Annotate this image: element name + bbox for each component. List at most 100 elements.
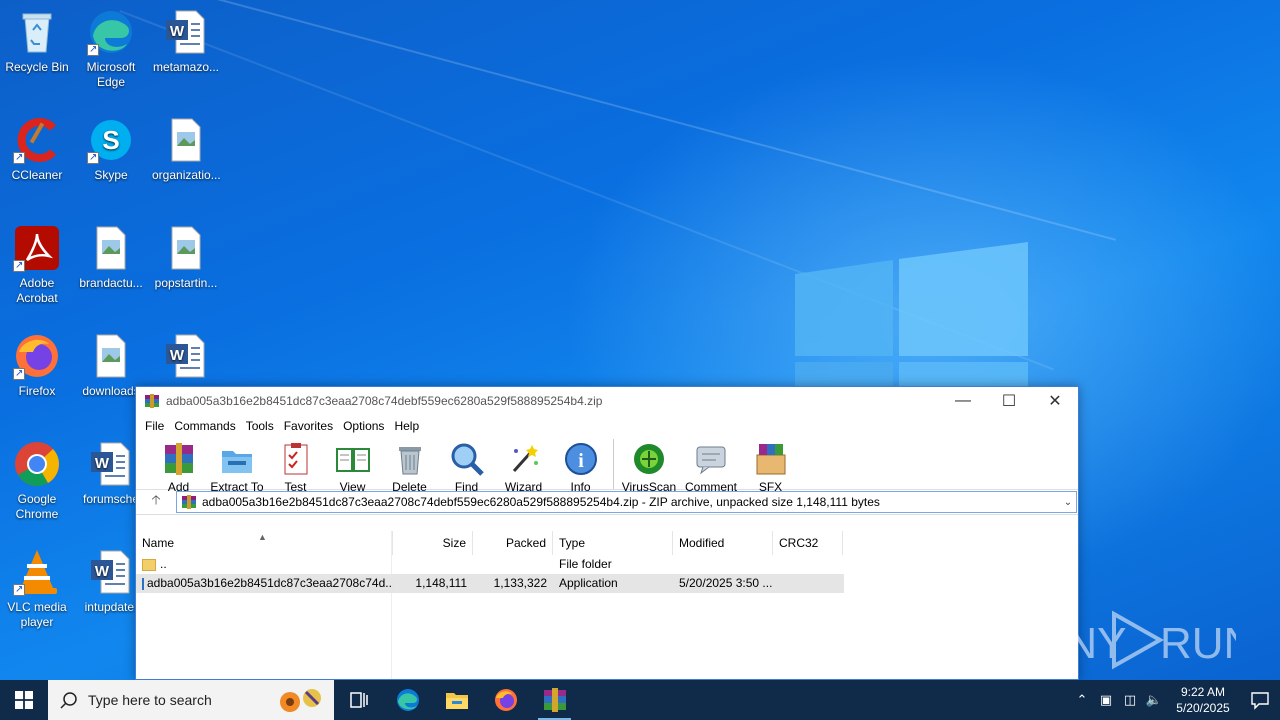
taskbar-edge[interactable] [383,680,432,720]
acrobat-icon [13,224,61,273]
desktop-icon-vlc[interactable]: VLC media player [1,548,73,630]
cell-packed: 1,133,322 [493,576,547,590]
column-name[interactable]: Name ▲ [136,531,393,555]
comment-button[interactable]: Comment [680,437,742,494]
table-row[interactable]: adba005a3b16e2b8451dc87c3eaa2708c74d... … [136,574,844,593]
winrar-window[interactable]: adba005a3b16e2b8451dc87c3eaa2708c74debf5… [135,386,1079,680]
sort-ascending-icon: ▲ [258,532,267,542]
image-file-icon [87,224,135,272]
desktop-icon-label: Adobe Acrobat [16,276,58,305]
extract-to-button[interactable]: Extract To [207,437,267,494]
table-row[interactable]: .. File folder [136,555,843,574]
svg-text:W: W [170,23,185,40]
taskbar-winrar[interactable] [530,680,579,720]
test-button[interactable]: Test [267,437,324,494]
info-button[interactable]: i Info [552,437,609,494]
notification-icon [1251,692,1269,710]
notification-button[interactable] [1240,690,1280,710]
desktop-icon-google-chrome[interactable]: Google Chrome [1,440,73,522]
svg-text:W: W [95,455,110,472]
taskbar-file-explorer[interactable] [432,680,481,720]
file-pane: Name ▲ Size Packed Type Modified CRC32 ..… [136,531,1078,679]
desktop-icon-adobe-acrobat[interactable]: Adobe Acrobat [1,224,73,306]
network-icon[interactable]: ◫ [1118,692,1142,708]
wizard-button[interactable]: Wizard [495,437,552,494]
clock-time: 9:22 AM [1180,685,1226,699]
cell-modified: 5/20/2025 3:50 ... [679,576,773,590]
desktop-icon-organizatio[interactable]: organizatio... [150,116,222,183]
virus-bug-icon [631,441,667,477]
svg-text:W: W [95,563,110,580]
desktop-icon-microsoft-edge[interactable]: Microsoft Edge [75,8,147,90]
taskbar-firefox[interactable] [481,680,530,720]
desktop-icon-label: Skype [94,168,128,182]
comment-icon [693,441,729,477]
menu-file[interactable]: File [140,419,169,433]
title-bar[interactable]: adba005a3b16e2b8451dc87c3eaa2708c74debf5… [136,387,1078,415]
desktop-icon-brandactu[interactable]: brandactu... [75,224,147,291]
maximize-button[interactable]: ☐ [986,387,1032,415]
desktop-icon-popstartin[interactable]: popstartin... [150,224,222,291]
menu-commands[interactable]: Commands [169,419,240,433]
column-crc32[interactable]: CRC32 [773,531,843,555]
column-size[interactable]: Size [393,531,473,555]
image-file-icon [87,332,135,380]
clock[interactable]: 9:22 AM 5/20/2025 [1166,684,1240,716]
cell-crc32 [773,555,843,574]
desktop-icon-label: Firefox [18,384,56,398]
test-clipboard-icon [278,441,314,477]
firefox-icon [13,332,61,381]
desktop-icon-skype[interactable]: S Skype [75,116,147,183]
desktop-icon-ccleaner[interactable]: CCleaner [1,116,73,183]
desktop-icon-recycle-bin[interactable]: Recycle Bin [1,8,73,75]
task-view-button[interactable] [334,680,383,720]
file-explorer-icon [445,693,468,709]
view-book-icon [335,441,371,477]
column-modified[interactable]: Modified [673,531,773,555]
column-type[interactable]: Type [553,531,673,555]
meet-now-icon[interactable]: ▣ [1094,692,1118,708]
windows-start-icon [15,691,33,709]
edge-icon [396,689,419,711]
view-button[interactable]: View [324,437,381,494]
winrar-icon [144,393,160,409]
virusscan-button[interactable]: VirusScan [618,437,680,494]
menu-options[interactable]: Options [338,419,389,433]
volume-icon[interactable]: 🔈 [1142,692,1166,708]
column-label: Packed [505,536,546,550]
find-button[interactable]: Find [438,437,495,494]
toolbar-separator [613,439,614,489]
cell-size: 1,148,111 [415,576,467,590]
desktop-icon-firefox[interactable]: Firefox [1,332,73,399]
trash-icon [392,441,428,477]
winrar-archive-icon [181,494,197,510]
column-packed[interactable]: Packed [473,531,553,555]
up-one-level-icon[interactable]: 🡡 [136,491,176,513]
image-file-icon [162,116,210,164]
cell-type: Application [559,576,618,590]
desktop-icon-label: organizatio... [152,168,221,182]
shortcut-arrow-icon [13,582,25,597]
taskbar: Type here to search ⌃ ▣ ◫ 🔈 9:22 AM 5/20… [0,680,1280,720]
menu-help[interactable]: Help [389,419,424,433]
taskbar-search-box[interactable]: Type here to search [48,680,334,720]
delete-button[interactable]: Delete [381,437,438,494]
desktop-icon-metamazo[interactable]: W metamazo... [150,8,222,75]
cell-name: adba005a3b16e2b8451dc87c3eaa2708c74d... [136,574,393,593]
chevron-up-icon[interactable]: ⌃ [1070,692,1094,708]
add-button[interactable]: Add [150,437,207,494]
search-placeholder: Type here to search [88,692,212,708]
skype-icon: S [87,116,135,165]
address-bar[interactable]: adba005a3b16e2b8451dc87c3eaa2708c74debf5… [176,491,1077,513]
shortcut-arrow-icon [13,366,25,381]
desktop-icon-word-document[interactable]: W [150,332,222,384]
start-button[interactable] [0,680,48,720]
close-button[interactable]: ✕ [1032,387,1078,415]
winrar-icon [543,688,566,712]
menu-bar: File Commands Tools Favorites Options He… [136,415,1078,437]
minimize-button[interactable]: — [940,387,986,415]
chevron-down-icon[interactable]: ⌄ [1060,497,1076,508]
menu-favorites[interactable]: Favorites [279,419,338,433]
menu-tools[interactable]: Tools [241,419,279,433]
sfx-button[interactable]: SFX [742,437,799,494]
